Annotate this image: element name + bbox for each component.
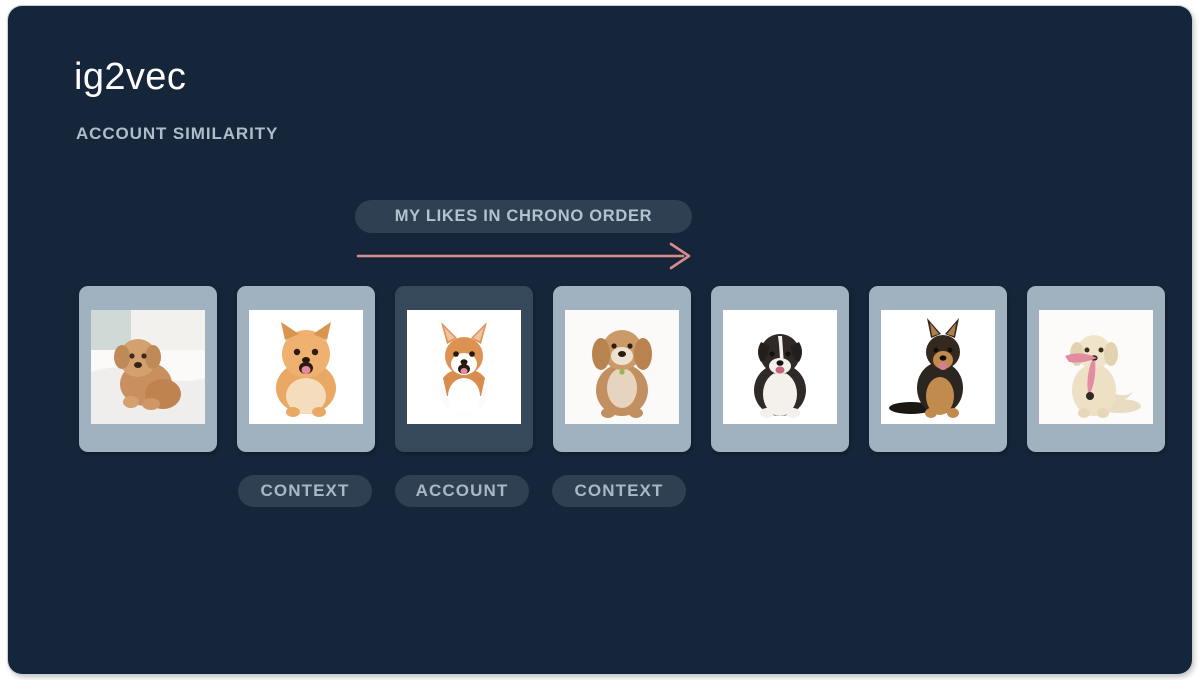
liked-posts-row	[79, 286, 1192, 452]
australian-shepherd-puppy-on-white-photo	[723, 310, 837, 424]
post-card[interactable]	[553, 286, 691, 452]
role-pill-label: ACCOUNT	[415, 481, 509, 500]
post-card[interactable]	[711, 286, 849, 452]
role-pill-account: ACCOUNT	[395, 475, 529, 507]
chrono-order-banner-label: MY LIKES IN CHRONO ORDER	[394, 207, 653, 225]
chrono-direction-arrow	[353, 242, 698, 270]
chrono-order-banner: MY LIKES IN CHRONO ORDER	[355, 200, 692, 233]
post-card-account[interactable]	[395, 286, 533, 452]
pomeranian-smiling-on-white-photo	[249, 310, 363, 424]
diagram-canvas: ig2vec ACCOUNT SIMILARITY MY LIKES IN CH…	[8, 6, 1192, 674]
role-pill-context-right: CONTEXT	[552, 475, 686, 507]
role-pill-label: CONTEXT	[574, 481, 664, 500]
corgi-sitting-on-white-photo	[407, 310, 521, 424]
german-shepherd-puppy-on-white-photo	[881, 310, 995, 424]
post-card[interactable]	[869, 286, 1007, 452]
post-card[interactable]	[79, 286, 217, 452]
page-subtitle: ACCOUNT SIMILARITY	[76, 124, 279, 143]
post-card[interactable]	[237, 286, 375, 452]
golden-retriever-with-pink-leash-photo	[1039, 310, 1153, 424]
page-title: ig2vec	[74, 56, 187, 98]
role-pill-label: CONTEXT	[260, 481, 350, 500]
post-card[interactable]	[1027, 286, 1165, 452]
cockapoo-sitting-on-white-photo	[565, 310, 679, 424]
role-pill-context-left: CONTEXT	[238, 475, 372, 507]
toy-poodle-puppy-on-white-bedding-photo	[91, 310, 205, 424]
